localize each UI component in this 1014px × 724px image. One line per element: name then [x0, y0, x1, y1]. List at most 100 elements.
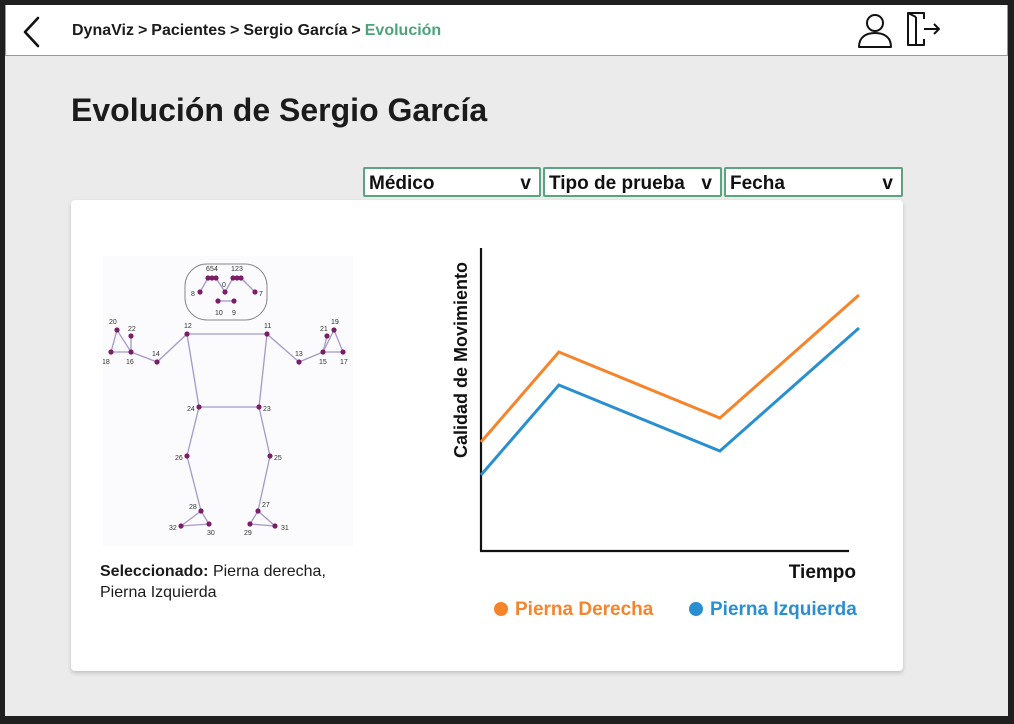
- keypoint-dot[interactable]: [197, 289, 203, 295]
- filter-medico-dropdown[interactable]: Médico v: [363, 167, 541, 197]
- keypoint-dot[interactable]: [114, 327, 120, 333]
- keypoint-label: 13: [295, 351, 303, 358]
- keypoint-label: 6: [206, 266, 210, 273]
- selection-label: Seleccionado:: [100, 563, 209, 580]
- keypoint-label: 27: [262, 502, 270, 509]
- chart-svg: Calidad de Movimiento Tiempo Pierna Derech…: [451, 248, 860, 620]
- filter-fecha-dropdown[interactable]: Fecha v: [724, 167, 903, 197]
- skeleton-bone: [333, 329, 344, 353]
- keypoint-label: 17: [340, 359, 348, 366]
- keypoint-dot[interactable]: [206, 521, 212, 527]
- keypoint-label: 21: [320, 326, 328, 333]
- keypoint-dot[interactable]: [128, 349, 134, 355]
- series-line-pierna-izquierda: [479, 326, 860, 476]
- keypoint-dot[interactable]: [198, 508, 204, 514]
- keypoint-dot[interactable]: [331, 327, 337, 333]
- keypoint-dot[interactable]: [247, 521, 253, 527]
- keypoint-dot[interactable]: [215, 298, 221, 304]
- legend-label: Pierna Izquierda: [710, 599, 857, 620]
- skeleton-bone: [257, 510, 276, 527]
- keypoint-label: 23: [263, 406, 271, 413]
- keypoint-dot[interactable]: [108, 349, 114, 355]
- legend-label: Pierna Derecha: [515, 599, 654, 620]
- evolution-card: 0 1 2 3 4 5 6 7 8 9 10 11 12 13 14 15 16 17 18 19 20 21 22 23 24…: [71, 200, 903, 671]
- y-axis-label: Calidad de Movimiento: [451, 262, 471, 458]
- keypoint-label: 3: [239, 266, 243, 273]
- skeleton-bone: [110, 329, 118, 353]
- filter-tipo-prueba-dropdown[interactable]: Tipo de prueba v: [543, 167, 722, 197]
- breadcrumb-separator: >: [351, 22, 361, 39]
- breadcrumb-item-dynaviz[interactable]: DynaViz: [72, 22, 134, 39]
- top-bar: DynaViz > Pacientes > Sergio García > Evolució…: [5, 5, 1008, 56]
- keypoint-dot[interactable]: [296, 359, 302, 365]
- filter-fecha-label: Fecha: [730, 173, 785, 194]
- logout-icon: [907, 12, 940, 46]
- skeleton-bone: [180, 510, 202, 527]
- keypoint-label: 12: [184, 323, 192, 330]
- chevron-down-icon: v: [701, 173, 712, 194]
- evolution-chart: Calidad de Movimiento Tiempo Pierna Derech…: [431, 220, 881, 660]
- skeleton-bone: [258, 333, 268, 408]
- keypoint-dot[interactable]: [272, 523, 278, 529]
- keypoint-dot[interactable]: [205, 275, 211, 281]
- keypoint-label: 24: [187, 406, 195, 413]
- keypoint-dot[interactable]: [255, 508, 261, 514]
- keypoint-label: 19: [331, 319, 339, 326]
- body-keypoint-diagram[interactable]: 0 1 2 3 4 5 6 7 8 9 10 11 12 13 14 15 16 17 18 19 20 21 22 23 24…: [102, 256, 353, 546]
- keypoint-label: 15: [319, 359, 327, 366]
- logout-button[interactable]: [905, 11, 945, 47]
- chevron-down-icon: v: [520, 173, 531, 194]
- keypoint-dot[interactable]: [154, 359, 160, 365]
- keypoint-label: 10: [215, 310, 223, 317]
- breadcrumb-separator: >: [230, 22, 240, 39]
- breadcrumb-item-patient[interactable]: Sergio García: [243, 22, 347, 39]
- filter-tipo-prueba-label: Tipo de prueba: [549, 173, 685, 194]
- keypoint-dot[interactable]: [238, 275, 244, 281]
- keypoint-dot[interactable]: [267, 453, 273, 459]
- keypoint-label: 29: [244, 530, 252, 537]
- series-line-pierna-derecha: [479, 293, 860, 443]
- skeleton-bone: [240, 277, 256, 293]
- app-frame: DynaViz > Pacientes > Sergio García > Evolució…: [5, 5, 1008, 716]
- keypoint-label: 0: [222, 282, 226, 289]
- keypoint-label: 11: [264, 323, 271, 330]
- keypoint-dot[interactable]: [320, 349, 326, 355]
- keypoint-label: 9: [232, 310, 236, 317]
- keypoint-label: 5: [210, 266, 214, 273]
- keypoint-dot[interactable]: [340, 349, 346, 355]
- keypoint-dot[interactable]: [324, 333, 330, 339]
- keypoint-dot[interactable]: [178, 523, 184, 529]
- keypoint-dot[interactable]: [252, 289, 258, 295]
- keypoint-label: 26: [175, 455, 183, 462]
- skeleton-bone: [186, 406, 200, 457]
- keypoint-label: 4: [214, 266, 218, 273]
- keypoint-label: 32: [169, 525, 177, 532]
- keypoint-label: 8: [191, 291, 195, 298]
- keypoint-label: 14: [152, 351, 160, 358]
- keypoint-dot[interactable]: [231, 298, 237, 304]
- breadcrumb-item-pacientes[interactable]: Pacientes: [151, 22, 226, 39]
- keypoint-label: 25: [274, 455, 282, 462]
- user-icon: [858, 14, 892, 48]
- keypoint-label: 30: [207, 530, 215, 537]
- page-title: Evolución de Sergio García: [71, 92, 488, 128]
- skeleton-bone: [180, 523, 210, 527]
- legend-marker: [494, 602, 508, 616]
- skeleton-bone: [249, 523, 276, 527]
- keypoint-dot[interactable]: [222, 289, 228, 295]
- keypoint-label: 16: [126, 359, 134, 366]
- keypoint-label: 7: [259, 291, 263, 298]
- back-button[interactable]: [20, 15, 44, 49]
- skeleton-bone: [156, 333, 188, 363]
- keypoint-dot[interactable]: [264, 331, 270, 337]
- skeleton-bone: [258, 406, 271, 457]
- x-axis-label: Tiempo: [789, 562, 856, 583]
- keypoint-dot[interactable]: [256, 404, 262, 410]
- selection-summary: Seleccionado: Pierna derecha, Pierna Izq…: [100, 561, 370, 603]
- keypoint-dot[interactable]: [184, 331, 190, 337]
- user-profile-button[interactable]: [856, 11, 894, 49]
- keypoint-dot[interactable]: [128, 333, 134, 339]
- keypoint-label: 28: [189, 504, 197, 511]
- keypoint-dot[interactable]: [196, 404, 202, 410]
- keypoint-dot[interactable]: [184, 453, 190, 459]
